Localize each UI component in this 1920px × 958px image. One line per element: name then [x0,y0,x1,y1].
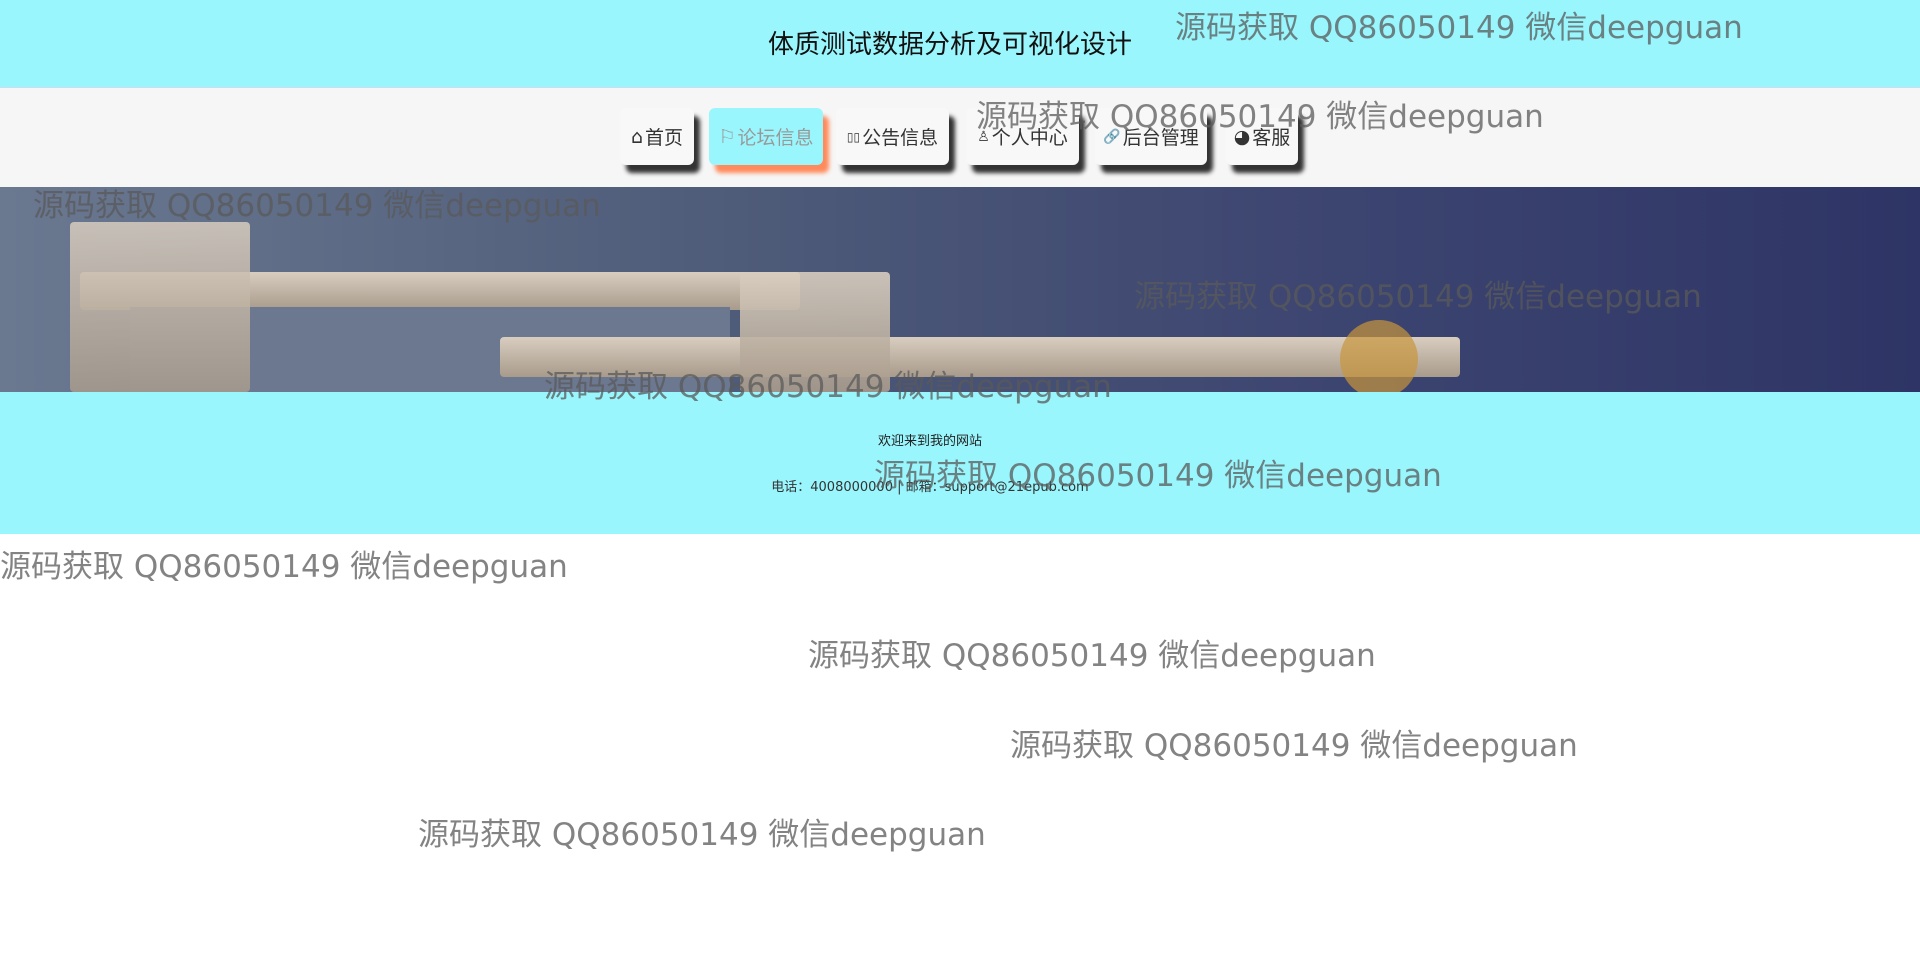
footer-contact: 电话：4008000000 | 邮箱：support@21epub.com [771,480,1089,495]
header: 体质测试数据分析及可视化设计 [0,0,1920,88]
chat-icon: ◕ [1233,125,1251,148]
nav-service[interactable]: ◕ 客服 [1226,108,1298,165]
footer-welcome: 欢迎来到我的网站 [877,434,982,449]
nav-home[interactable]: ⌂ 首页 [620,108,694,165]
nav-label: 首页 [645,127,684,149]
nav-forum[interactable]: ⚐ 论坛信息 [709,108,823,165]
nav-bar: ⌂ 首页 ⚐ 论坛信息 ▯▯ 公告信息 ♙ 个人中心 🔗 后台管理 ◕ 客服 [0,88,1920,187]
user-icon: ♙ [977,128,990,145]
watermark: 源码获取 QQ86050149 微信deepguan [1010,728,1578,764]
flag-icon: ⚐ [718,125,736,148]
nav-label: 论坛信息 [737,127,814,149]
watermark: 源码获取 QQ86050149 微信deepguan [808,638,1376,674]
cursor-highlight [1340,320,1418,398]
watermark: 源码获取 QQ86050149 微信deepguan [418,817,986,853]
nav-label: 后台管理 [1122,127,1199,149]
nav-admin[interactable]: 🔗 后台管理 [1095,108,1207,165]
chair [740,272,890,392]
nav-label: 公告信息 [862,127,939,149]
banner-image [0,187,1920,392]
nav-label: 客服 [1252,127,1291,149]
nav-profile[interactable]: ♙ 个人中心 [966,108,1079,165]
desk [500,337,1460,377]
nav-label: 个人中心 [991,127,1068,149]
home-icon: ⌂ [630,125,644,148]
link-icon: 🔗 [1103,128,1121,145]
watermark: 源码获取 QQ86050149 微信deepguan [0,549,568,585]
site-title: 体质测试数据分析及可视化设计 [767,30,1132,60]
nav-notice[interactable]: ▯▯ 公告信息 [836,108,949,165]
chair [70,222,250,392]
footer: 欢迎来到我的网站 电话：4008000000 | 邮箱：support@21ep… [0,392,1920,534]
notice-icon: ▯▯ [846,129,861,144]
